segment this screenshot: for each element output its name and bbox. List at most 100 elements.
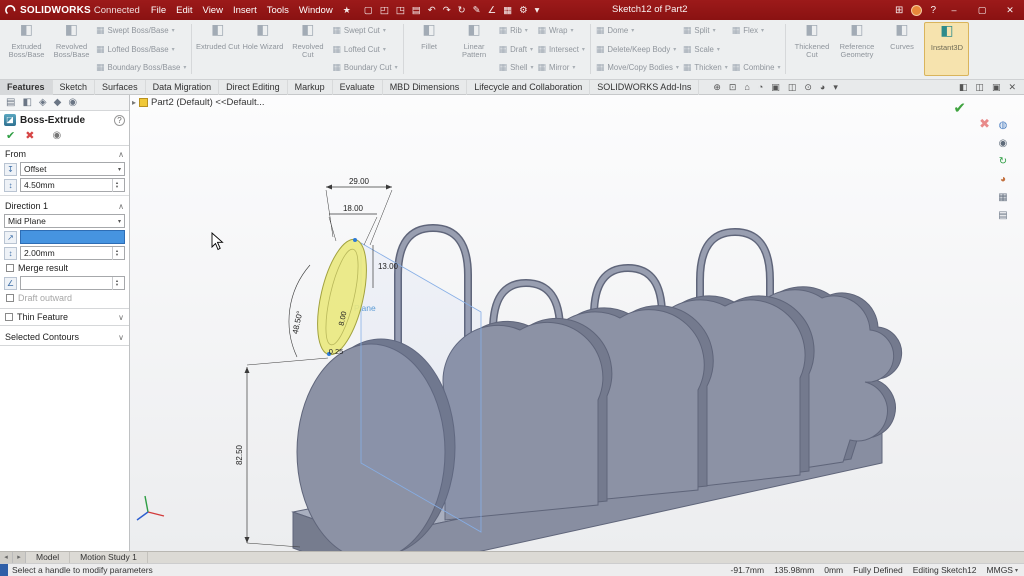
merge-result-checkbox[interactable]: [6, 264, 14, 272]
pane-close-icon[interactable]: ✕: [1008, 82, 1016, 93]
pane-maximize-icon[interactable]: ▣: [992, 82, 1001, 93]
ribbon-command[interactable]: ▦ Draft ▾: [499, 44, 534, 55]
dimension-text[interactable]: 29.00: [349, 177, 370, 186]
from-condition-select[interactable]: Offset ▾: [20, 162, 125, 176]
undo-icon[interactable]: ↶: [428, 5, 436, 16]
draft-angle-input[interactable]: ▴▾: [20, 276, 125, 290]
visibility-eye-icon[interactable]: ◉: [996, 137, 1010, 150]
menu-item[interactable]: Tools: [262, 5, 294, 16]
scene-icon[interactable]: ▦: [996, 191, 1010, 204]
command-tab[interactable]: Lifecycle and Collaboration: [467, 80, 590, 95]
ribbon-command[interactable]: ▦ Scale ▾: [683, 44, 728, 55]
ribbon-command[interactable]: ◧ Curves: [879, 22, 924, 76]
rebuild-icon[interactable]: ↻: [458, 5, 466, 16]
draft-spinner[interactable]: ▴▾: [112, 277, 121, 290]
direction1-section-header[interactable]: Direction 1 ∧: [0, 198, 129, 213]
thin-feature-section[interactable]: Thin Feature ∨: [0, 308, 129, 326]
display-pane-icon[interactable]: ▤: [996, 209, 1010, 222]
depth-spinner[interactable]: ▴▾: [112, 247, 121, 260]
cancel-button[interactable]: ✖: [25, 129, 34, 142]
hide-show-items-icon[interactable]: ⊙: [804, 82, 812, 93]
appearances-icon[interactable]: ◕: [996, 173, 1010, 186]
appearance-icon[interactable]: ◕: [820, 82, 825, 93]
ribbon-command[interactable]: ▦ Delete/Keep Body ▾: [596, 44, 679, 55]
ribbon-command[interactable]: ▦ Split ▾: [683, 25, 728, 36]
ribbon-command[interactable]: ▦ Boundary Boss/Base ▾: [96, 62, 186, 73]
tab-scroll-left-icon[interactable]: ◂: [0, 552, 13, 563]
more-tools-caret-icon[interactable]: ▾: [535, 5, 540, 16]
section-view-icon[interactable]: ◔: [758, 82, 763, 93]
previous-view-icon[interactable]: ⌂: [744, 82, 749, 93]
display-style-icon[interactable]: ▦: [503, 5, 512, 16]
favorites-star-icon[interactable]: ★: [338, 5, 356, 16]
ribbon-command[interactable]: ▦ Combine ▾: [732, 62, 781, 73]
draft-outward-checkbox-row[interactable]: Draft outward: [0, 291, 129, 305]
configurations-tab-icon[interactable]: ◈: [39, 97, 47, 108]
dimension-text[interactable]: 18.00: [343, 204, 364, 213]
dimension-text[interactable]: 0.25: [329, 347, 344, 356]
command-tab[interactable]: Data Migration: [146, 80, 220, 95]
ribbon-command[interactable]: ▦ Mirror ▾: [537, 62, 584, 73]
sketch-pencil-icon[interactable]: ✎: [473, 5, 481, 16]
direction-reference-selection[interactable]: [20, 230, 125, 244]
units-selector[interactable]: MMGS ▾: [987, 565, 1018, 575]
ribbon-command[interactable]: ▦ Intersect ▾: [537, 44, 584, 55]
ribbon-command[interactable]: ◧ Revolved Boss/Base: [49, 22, 94, 76]
menu-item[interactable]: Edit: [171, 5, 197, 16]
print-icon[interactable]: ▤: [412, 5, 421, 16]
dimension-text[interactable]: 48.50°: [291, 310, 305, 335]
dimxpert-tab-icon[interactable]: ◆: [54, 97, 62, 108]
ribbon-command[interactable]: ◧ Extruded Boss/Base: [4, 22, 49, 76]
display-style-icon[interactable]: ◫: [788, 82, 797, 93]
avatar[interactable]: [911, 5, 922, 16]
ok-button[interactable]: ✔: [6, 129, 15, 142]
command-tab[interactable]: Evaluate: [333, 80, 383, 95]
draft-outward-checkbox[interactable]: [6, 294, 14, 302]
ribbon-command[interactable]: ▦ Move/Copy Bodies ▾: [596, 62, 679, 73]
thin-feature-checkbox[interactable]: [5, 313, 13, 321]
dimension-text[interactable]: 82.50: [235, 444, 244, 465]
offset-spinner[interactable]: ▴▾: [112, 179, 121, 192]
panel-help-icon[interactable]: ?: [114, 115, 125, 126]
view-orientation-icon[interactable]: ▣: [771, 82, 780, 93]
ribbon-command[interactable]: ▦ Boundary Cut ▾: [332, 62, 397, 73]
dimension-text[interactable]: 13.00: [378, 262, 399, 271]
command-tab[interactable]: Surfaces: [95, 80, 146, 95]
3d-model-canvas[interactable]: Plane 29.00 18.00: [130, 95, 1024, 551]
ribbon-command[interactable]: ▦ Rib ▾: [499, 25, 534, 36]
ribbon-command[interactable]: ▦ Swept Boss/Base ▾: [96, 25, 186, 36]
command-tab[interactable]: Markup: [288, 80, 333, 95]
ribbon-command[interactable]: ▦ Shell ▾: [499, 62, 534, 73]
command-tab[interactable]: SOLIDWORKS Add-Ins: [590, 80, 699, 95]
instant3d-button[interactable]: ◧ Instant3D: [924, 22, 969, 76]
view-cube-icon[interactable]: ◍: [996, 119, 1010, 132]
options-gear-icon[interactable]: ⚙: [519, 5, 528, 16]
close-button[interactable]: ✕: [1000, 5, 1020, 16]
confirm-sketch-icon[interactable]: ✔: [953, 99, 966, 117]
menu-item[interactable]: File: [146, 5, 171, 16]
graphics-viewport[interactable]: ▸ Part2 (Default) <<Default...: [130, 95, 1024, 551]
ribbon-command[interactable]: ▦ Flex ▾: [732, 25, 781, 36]
share-icon[interactable]: ⊞: [895, 5, 903, 16]
zoom-fit-icon[interactable]: ⊕: [713, 82, 721, 93]
ribbon-command[interactable]: ▦ Wrap ▾: [537, 25, 584, 36]
redo-icon[interactable]: ↷: [443, 5, 451, 16]
selected-contours-section[interactable]: Selected Contours ∨: [0, 329, 129, 346]
ribbon-command[interactable]: ▦ Swept Cut ▾: [332, 25, 397, 36]
offset-distance-input[interactable]: 4.50mm ▴▾: [20, 178, 125, 192]
ribbon-command[interactable]: ▦ Thicken ▾: [683, 62, 728, 73]
part-root-label[interactable]: Part2 (Default) <<Default...: [151, 97, 265, 108]
menu-item[interactable]: Window: [294, 5, 338, 16]
dimension-icon[interactable]: ∠: [488, 5, 497, 16]
ribbon-command[interactable]: ◧ Thickened Cut: [789, 22, 834, 76]
ribbon-command[interactable]: ▦ Dome ▾: [596, 25, 679, 36]
depth-input[interactable]: 2.00mm ▴▾: [20, 246, 125, 260]
command-tab[interactable]: MBD Dimensions: [383, 80, 468, 95]
cloud-plates[interactable]: [443, 287, 902, 520]
display-manager-tab-icon[interactable]: ◉: [68, 97, 77, 108]
zoom-area-icon[interactable]: ⊡: [729, 82, 737, 93]
cancel-sketch-icon[interactable]: ✖: [979, 116, 990, 132]
ribbon-command[interactable]: ◧ Reference Geometry: [834, 22, 879, 76]
maximize-button[interactable]: ▢: [972, 5, 992, 16]
model-tab[interactable]: Model: [26, 552, 70, 563]
